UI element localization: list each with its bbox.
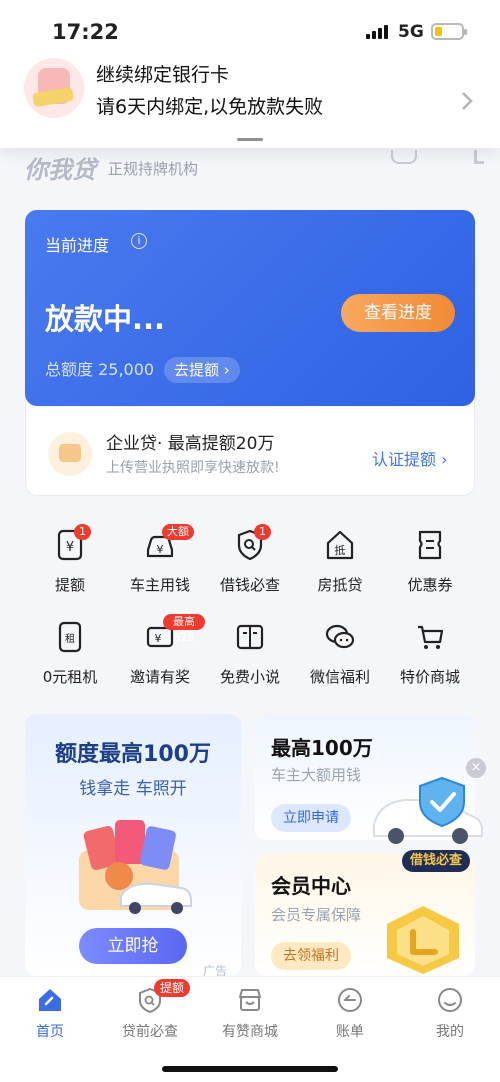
notification-title: 继续绑定银行卡 (96, 64, 230, 86)
svg-text:¥: ¥ (155, 632, 162, 645)
notification-banner[interactable]: 继续绑定银行卡 请6天内绑定,以免放款失败 (0, 50, 500, 148)
network-label: 5G (398, 22, 424, 42)
grab-now-button[interactable]: 立即抢 (79, 928, 187, 964)
card-subtitle: 钱拿走 车照开 (79, 779, 187, 799)
notification-grab-handle[interactable] (237, 138, 263, 141)
status-time: 17:22 (52, 20, 119, 44)
card-title: 会员中心 (271, 874, 351, 898)
notification-text: 请6天内绑定,以免放款失败 (96, 96, 324, 118)
loan-status: 放款中... (45, 302, 166, 336)
home-icon (39, 989, 61, 1011)
grid-badge: 1 (254, 524, 271, 540)
tab-label: 我的 (436, 1024, 464, 1040)
promo-title: 企业贷· 最高提额20万 (106, 434, 275, 454)
grid-item-invite[interactable]: ¥ 最高525 邀请有奖 (115, 612, 205, 690)
tab-badge: 提额 (154, 979, 191, 997)
message-icon[interactable] (391, 150, 417, 164)
wechat-icon (325, 624, 355, 649)
gold-badge-illustration (387, 906, 459, 974)
enterprise-loan-promo[interactable]: 企业贷· 最高提额20万 上传营业执照即享快速放款! 认证提额 › (25, 398, 475, 496)
verify-credit-link[interactable]: 认证提额 › (372, 446, 448, 470)
total-credit: 总额度 25,000 (45, 360, 155, 379)
floating-ad[interactable]: × 借钱必查 (372, 758, 490, 874)
apply-now-button[interactable]: 立即申请 (271, 804, 351, 832)
grid-item-raise-limit[interactable]: ¥ 1 提额 (25, 520, 115, 598)
home-indicator[interactable] (162, 1066, 338, 1072)
chevron-right-icon[interactable] (460, 90, 474, 112)
grid-label: 微信福利 (309, 668, 370, 686)
car-shield-illustration (373, 776, 483, 844)
house-icon: 抵 (326, 530, 354, 560)
book-icon (236, 624, 264, 650)
battery-icon (431, 23, 467, 40)
red-envelope-car-illustration (79, 820, 192, 914)
info-icon[interactable]: i (131, 233, 147, 249)
check-progress-button[interactable]: 查看进度 (341, 294, 455, 332)
grid-label: 邀请有奖 (129, 668, 190, 686)
service-icon[interactable] (474, 150, 484, 164)
cart-icon (418, 625, 444, 649)
grid-label: 房抵贷 (317, 576, 363, 594)
grid-label: 提额 (54, 576, 85, 594)
progress-card: 当前进度 i 放款中... 查看进度 总额度 25,000 去提额 › (25, 210, 475, 406)
rent-phone-icon: 租 (58, 621, 82, 653)
grid-label: 车主用钱 (129, 576, 190, 594)
grid-item-loan-check[interactable]: 1 借钱必查 (205, 520, 295, 598)
withdraw-button[interactable]: 去提额 › (164, 357, 240, 383)
svg-text:租: 租 (65, 632, 75, 645)
card-subtitle: 车主大额用钱 (271, 766, 362, 784)
signal-icon (366, 25, 388, 39)
tab-label: 首页 (36, 1024, 64, 1040)
card-subtitle: 会员专属保障 (271, 906, 362, 924)
app-header: 你我贷 正规持牌机构 (24, 150, 484, 184)
grid-item-coupon[interactable]: 优惠券 (385, 520, 475, 598)
get-benefits-button[interactable]: 去领福利 (271, 942, 351, 970)
tab-bill[interactable]: 账单 (300, 977, 400, 1047)
tab-youzan-mall[interactable]: 有赞商城 (200, 977, 300, 1047)
briefcase-icon (48, 432, 92, 476)
tab-label: 贷前必查 (122, 1024, 178, 1040)
grid-item-wechat[interactable]: 微信福利 (295, 612, 385, 690)
card-title: 额度最高100万 (55, 742, 211, 767)
grid-item-mortgage[interactable]: 抵 房抵贷 (295, 520, 385, 598)
notification-icon (24, 58, 84, 118)
tab-label: 账单 (336, 1024, 364, 1040)
bill-icon (338, 988, 362, 1012)
app-slogan: 正规持牌机构 (108, 160, 199, 178)
card-title: 最高100万 (271, 736, 373, 760)
grid-item-novel[interactable]: 免费小说 (205, 612, 295, 690)
svg-text:¥: ¥ (157, 543, 164, 556)
grid-badge: 最高525 (163, 614, 205, 644)
grid-label: 0元租机 (42, 668, 98, 686)
grid-badge: 1 (74, 524, 91, 540)
store-icon (239, 989, 261, 1011)
status-bar: 17:22 5G (0, 0, 500, 50)
svg-text:抵: 抵 (335, 543, 346, 557)
grid-label: 特价商城 (399, 668, 460, 686)
grid-label: 借钱必查 (219, 576, 280, 594)
grid-item-rent-phone[interactable]: 租 0元租机 (25, 612, 115, 690)
quick-entry-grid: ¥ 1 提额 ¥ 大额 车主用钱 1 借钱必查 抵 房抵贷 优惠券 租 0元租机… (25, 520, 475, 696)
progress-label: 当前进度 (45, 236, 110, 255)
svg-text:¥: ¥ (66, 540, 74, 555)
grid-item-mall[interactable]: 特价商城 (385, 612, 475, 690)
tab-home[interactable]: 首页 (0, 977, 100, 1047)
grid-item-car-owner[interactable]: ¥ 大额 车主用钱 (115, 520, 205, 598)
promo-subtitle: 上传营业执照即享快速放款! (106, 460, 280, 476)
close-icon[interactable]: × (466, 758, 486, 778)
grid-badge: 大额 (162, 524, 194, 540)
profile-icon (438, 988, 462, 1012)
grid-label: 免费小说 (219, 668, 280, 686)
floating-ad-label: 借钱必查 (402, 850, 471, 872)
tab-label: 有赞商城 (222, 1024, 278, 1040)
tab-profile[interactable]: 我的 (400, 977, 500, 1047)
grid-label: 优惠券 (407, 576, 453, 594)
coupon-icon (418, 530, 442, 560)
tab-pre-loan-check[interactable]: 提额 贷前必查 (100, 977, 200, 1047)
app-logo: 你我贷 (24, 156, 96, 184)
car-loan-card[interactable]: 额度最高100万 钱拿走 车照开 立即抢 广告 (25, 714, 241, 978)
